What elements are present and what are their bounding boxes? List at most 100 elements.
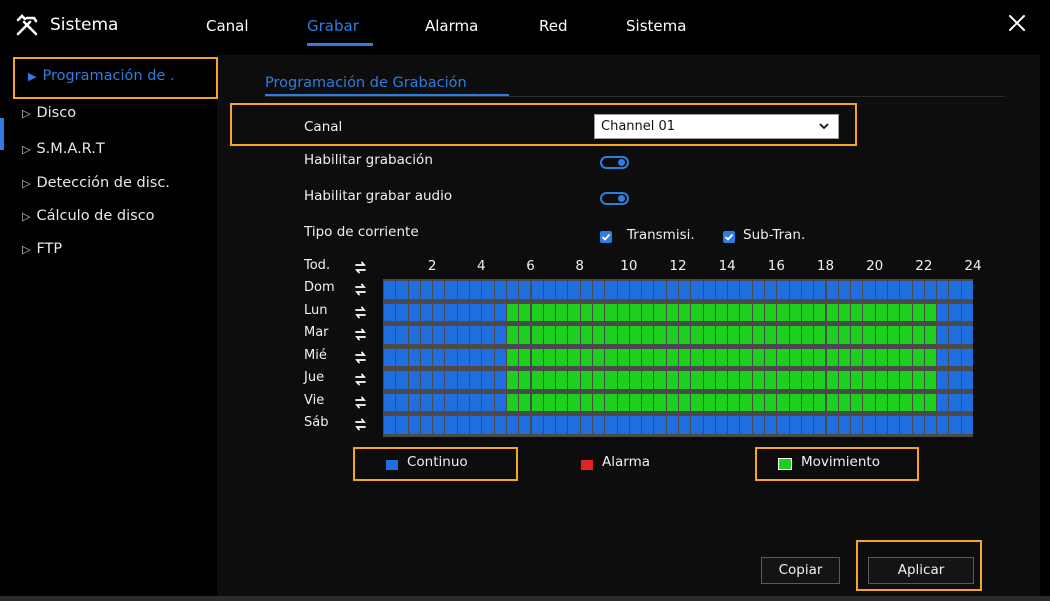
- schedule-cell[interactable]: [752, 281, 765, 299]
- schedule-cell[interactable]: [531, 371, 543, 389]
- schedule-cell[interactable]: [949, 281, 961, 299]
- schedule-cell[interactable]: [457, 348, 470, 367]
- schedule-cell[interactable]: [396, 393, 408, 412]
- schedule-cell[interactable]: [826, 348, 838, 367]
- schedule-cell[interactable]: [949, 348, 961, 367]
- schedule-cell[interactable]: [900, 303, 912, 322]
- schedule-cell[interactable]: [740, 416, 752, 434]
- schedule-cell[interactable]: [384, 371, 396, 389]
- schedule-cell[interactable]: [715, 393, 728, 412]
- schedule-cell[interactable]: [531, 393, 543, 412]
- schedule-cell[interactable]: [531, 416, 543, 434]
- schedule-cell[interactable]: [642, 393, 654, 412]
- schedule-cell[interactable]: [900, 416, 912, 434]
- schedule-cell[interactable]: [887, 348, 900, 367]
- schedule-cell[interactable]: [875, 393, 887, 412]
- schedule-cell[interactable]: [457, 303, 470, 322]
- schedule-cell[interactable]: [470, 393, 482, 412]
- schedule-cell[interactable]: [408, 281, 420, 299]
- schedule-cell[interactable]: [887, 371, 900, 389]
- schedule-cell[interactable]: [875, 303, 887, 322]
- schedule-cell[interactable]: [826, 303, 838, 322]
- schedule-cell[interactable]: [580, 303, 592, 322]
- schedule-cell[interactable]: [838, 303, 851, 322]
- schedule-cell[interactable]: [752, 393, 765, 412]
- schedule-cell[interactable]: [654, 281, 666, 299]
- schedule-cell[interactable]: [826, 371, 838, 389]
- schedule-cell[interactable]: [580, 281, 592, 299]
- schedule-cell[interactable]: [384, 281, 396, 299]
- schedule-cell[interactable]: [556, 348, 568, 367]
- schedule-cell[interactable]: [900, 326, 912, 344]
- schedule-cell[interactable]: [814, 303, 826, 322]
- schedule-cell[interactable]: [408, 371, 420, 389]
- close-icon[interactable]: [1006, 12, 1028, 34]
- schedule-cell[interactable]: [924, 303, 937, 322]
- schedule-cell[interactable]: [752, 303, 765, 322]
- schedule-cell[interactable]: [887, 326, 900, 344]
- schedule-cell[interactable]: [912, 393, 924, 412]
- schedule-cell[interactable]: [408, 303, 420, 322]
- schedule-cell[interactable]: [617, 416, 629, 434]
- schedule-cell[interactable]: [470, 348, 482, 367]
- schedule-cell[interactable]: [801, 281, 814, 299]
- schedule-cell[interactable]: [789, 281, 801, 299]
- schedule-cell[interactable]: [433, 326, 445, 344]
- sync-copy-icon[interactable]: [353, 350, 368, 365]
- schedule-cell[interactable]: [863, 281, 875, 299]
- schedule-cell[interactable]: [715, 303, 728, 322]
- schedule-cell[interactable]: [937, 393, 949, 412]
- schedule-cell[interactable]: [617, 348, 629, 367]
- schedule-cell[interactable]: [887, 416, 900, 434]
- schedule-cell[interactable]: [543, 326, 556, 344]
- schedule-cell[interactable]: [482, 393, 494, 412]
- schedule-cell[interactable]: [863, 371, 875, 389]
- schedule-cell[interactable]: [543, 371, 556, 389]
- schedule-cell[interactable]: [912, 348, 924, 367]
- schedule-cell[interactable]: [826, 326, 838, 344]
- schedule-cell[interactable]: [605, 326, 617, 344]
- schedule-cell[interactable]: [863, 348, 875, 367]
- schedule-cell[interactable]: [740, 371, 752, 389]
- schedule-cell[interactable]: [728, 303, 740, 322]
- schedule-cell[interactable]: [937, 371, 949, 389]
- schedule-cell[interactable]: [826, 393, 838, 412]
- schedule-cell[interactable]: [605, 371, 617, 389]
- schedule-cell[interactable]: [617, 371, 629, 389]
- schedule-cell[interactable]: [875, 416, 887, 434]
- schedule-cell[interactable]: [777, 393, 789, 412]
- schedule-cell[interactable]: [949, 371, 961, 389]
- schedule-cell[interactable]: [789, 326, 801, 344]
- schedule-cell[interactable]: [703, 416, 715, 434]
- schedule-cell[interactable]: [801, 326, 814, 344]
- sub-stream-checkbox[interactable]: [723, 231, 735, 243]
- schedule-cell[interactable]: [457, 371, 470, 389]
- schedule-cell[interactable]: [629, 326, 642, 344]
- tab-canal[interactable]: Canal: [206, 17, 249, 35]
- schedule-cell[interactable]: [814, 281, 826, 299]
- schedule-cell[interactable]: [605, 348, 617, 367]
- schedule-cell[interactable]: [384, 416, 396, 434]
- subtab-programacion[interactable]: Programación de Grabación: [265, 75, 467, 91]
- schedule-cell[interactable]: [789, 371, 801, 389]
- sidebar-item-deteccion[interactable]: ▷ Detección de disc.: [22, 175, 170, 191]
- schedule-cell[interactable]: [851, 326, 863, 344]
- schedule-cell[interactable]: [642, 303, 654, 322]
- schedule-cell[interactable]: [617, 281, 629, 299]
- enable-audio-toggle[interactable]: [600, 192, 629, 205]
- schedule-cell[interactable]: [666, 393, 678, 412]
- schedule-cell[interactable]: [863, 303, 875, 322]
- schedule-cell[interactable]: [765, 416, 777, 434]
- schedule-cell[interactable]: [728, 393, 740, 412]
- sync-copy-icon[interactable]: [353, 305, 368, 320]
- schedule-cell[interactable]: [789, 348, 801, 367]
- schedule-cell[interactable]: [543, 348, 556, 367]
- schedule-cell[interactable]: [396, 303, 408, 322]
- schedule-cell[interactable]: [875, 281, 887, 299]
- schedule-cell[interactable]: [408, 393, 420, 412]
- schedule-cell[interactable]: [494, 371, 506, 389]
- schedule-cell[interactable]: [470, 281, 482, 299]
- schedule-cell[interactable]: [851, 393, 863, 412]
- schedule-cell[interactable]: [506, 326, 519, 344]
- schedule-cell[interactable]: [961, 371, 973, 389]
